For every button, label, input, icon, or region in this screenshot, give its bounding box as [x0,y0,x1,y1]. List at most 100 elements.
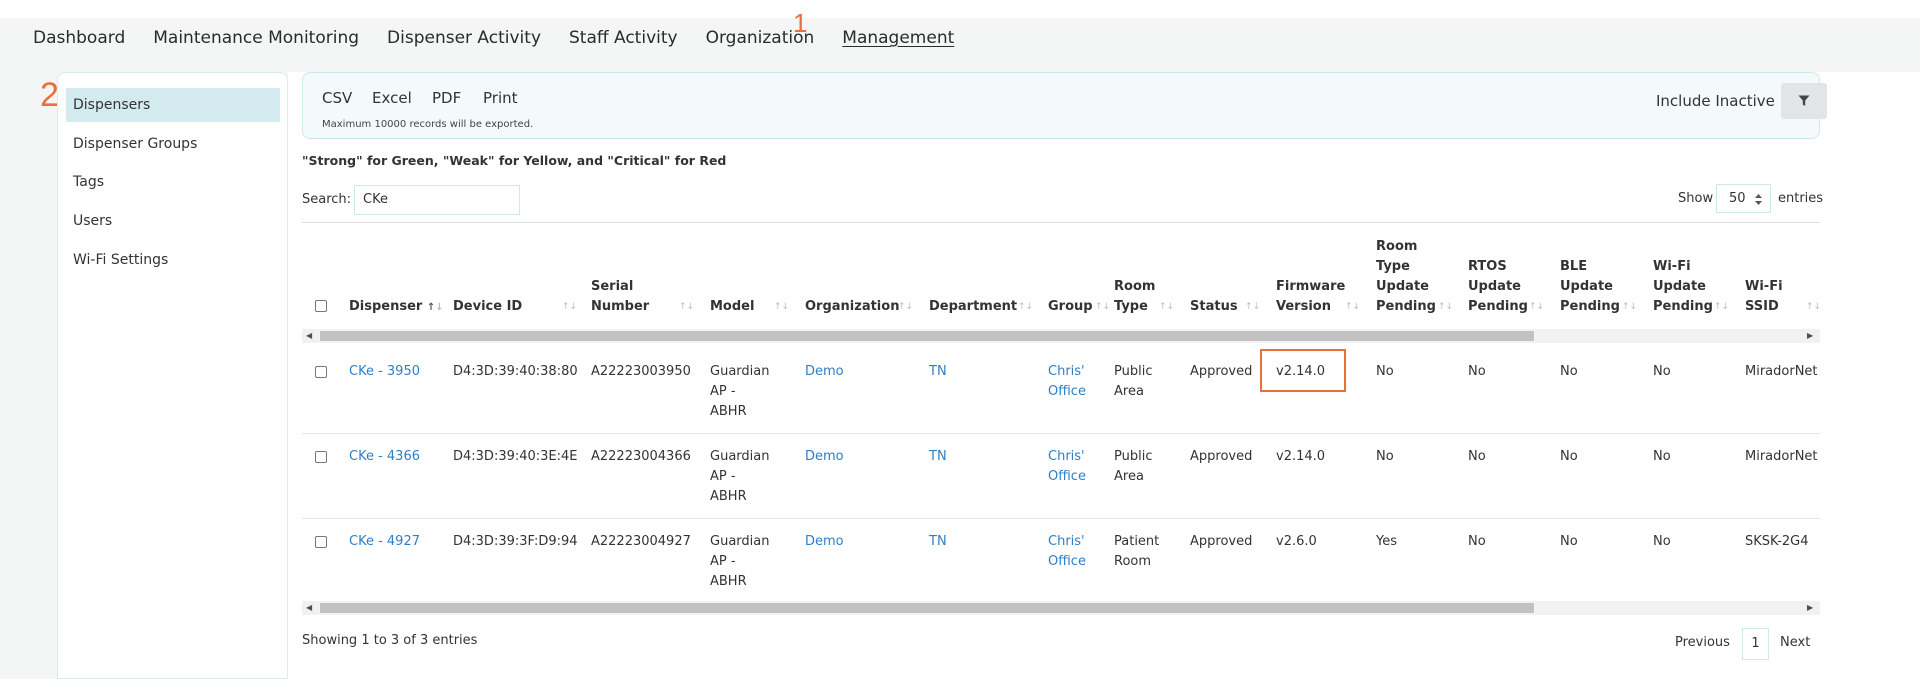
device-id-cell: D4:3D:39:3F:D9:94 [453,534,578,549]
filter-icon [1798,95,1810,106]
horizontal-scrollbar-bottom[interactable]: ◀ ▶ [302,601,1820,615]
highlight-box [1260,349,1346,392]
scroll-right-icon[interactable]: ▶ [1807,603,1813,612]
dispenser-link[interactable]: CKe - 3950 [349,362,420,382]
department-link[interactable]: TN [929,362,947,382]
th-group[interactable]: Group [1048,297,1093,317]
room-type-pending-cell: Yes [1376,534,1397,549]
nav-maintenance-monitoring[interactable]: Maintenance Monitoring [153,28,359,48]
th-ble-update-pending[interactable]: BLE Update Pending [1560,257,1620,317]
scroll-left-icon[interactable]: ◀ [306,603,312,612]
nav-management[interactable]: Management [842,28,954,48]
nav-dashboard[interactable]: Dashboard [33,28,125,48]
organization-link[interactable]: Demo [805,362,844,382]
ssid-cell: SKSK-2G4 [1745,534,1809,549]
sidebar-item-dispenser-groups[interactable]: Dispenser Groups [66,127,280,161]
next-button[interactable]: Next [1780,635,1810,650]
sidebar-item-dispensers[interactable]: Dispensers [66,88,280,122]
nav-dispenser-activity[interactable]: Dispenser Activity [387,28,541,48]
th-room-type[interactable]: Room Type [1114,277,1155,317]
row-divider [302,433,1820,434]
th-wifi-ssid[interactable]: Wi-Fi SSID [1745,277,1783,317]
sort-icon: ↑↓ [1622,302,1638,312]
row-checkbox[interactable] [315,536,327,548]
scroll-thumb[interactable] [320,603,1534,613]
row-checkbox[interactable] [315,366,327,378]
group-link[interactable]: Chris' Office [1048,362,1086,402]
csv-button[interactable]: CSV [322,89,352,107]
pdf-button[interactable]: PDF [432,89,461,107]
th-serial-number[interactable]: Serial Number [591,277,649,317]
sort-icon: ↑↓ [1159,302,1175,312]
row-divider [302,518,1820,519]
select-all-checkbox[interactable] [315,300,327,312]
sort-icon: ↑↓ [774,302,790,312]
sort-icon: ↑↓ [1095,302,1111,312]
horizontal-scrollbar-top[interactable]: ◀ ▶ [302,329,1820,343]
group-link[interactable]: Chris' Office [1048,447,1086,487]
nav-staff-activity[interactable]: Staff Activity [569,28,678,48]
print-button[interactable]: Print [483,89,518,107]
organization-link[interactable]: Demo [805,532,844,552]
room-type-pending-cell: No [1376,364,1394,379]
top-nav: Dashboard Maintenance Monitoring Dispens… [33,28,982,48]
th-firmware-version[interactable]: Firmware Version [1276,277,1345,317]
rtos-pending-cell: No [1468,534,1486,549]
search-input[interactable]: CKe [354,185,520,215]
wifi-pending-cell: No [1653,449,1671,464]
th-status[interactable]: Status [1190,297,1238,317]
page-1-button[interactable]: 1 [1742,628,1769,660]
previous-button[interactable]: Previous [1675,635,1730,650]
scroll-left-icon[interactable]: ◀ [306,331,312,340]
th-rtos-update-pending[interactable]: RTOS Update Pending [1468,257,1528,317]
sidebar-item-users[interactable]: Users [66,204,280,238]
signal-legend: "Strong" for Green, "Weak" for Yellow, a… [302,153,727,168]
wifi-pending-cell: No [1653,364,1671,379]
th-organization[interactable]: Organization [805,297,899,317]
organization-link[interactable]: Demo [805,447,844,467]
sidebar-item-wifi-settings[interactable]: Wi-Fi Settings [66,243,280,277]
th-department[interactable]: Department [929,297,1017,317]
sort-icon: ↑↓ [1438,302,1454,312]
dispenser-link[interactable]: CKe - 4366 [349,447,420,467]
th-room-type-update-pending[interactable]: Room Type Update Pending [1376,237,1436,317]
sort-icon: ↑↓ [1018,302,1034,312]
sort-icon: ↑↓ [1714,302,1730,312]
room-type-cell: Public Area [1114,364,1153,399]
department-link[interactable]: TN [929,532,947,552]
group-link[interactable]: Chris' Office [1048,532,1086,572]
row-checkbox[interactable] [315,451,327,463]
th-dispenser[interactable]: Dispenser ↑↓ [349,297,444,318]
th-wifi-update-pending[interactable]: Wi-Fi Update Pending [1653,257,1713,317]
sidebar: Dispensers Dispenser Groups Tags Users W… [57,72,288,679]
dispenser-link[interactable]: CKe - 4927 [349,532,420,552]
model-cell: Guardian AP - ABHR [710,364,770,419]
ble-pending-cell: No [1560,364,1578,379]
page-size-value: 50 [1729,191,1746,206]
sort-icon: ↑↓ [1529,302,1545,312]
firmware-cell: v2.6.0 [1276,534,1317,549]
scroll-thumb[interactable] [320,331,1534,341]
page-size-select[interactable]: 50 [1716,184,1771,213]
model-cell: Guardian AP - ABHR [710,534,770,589]
th-model[interactable]: Model [710,297,754,317]
department-link[interactable]: TN [929,447,947,467]
firmware-cell: v2.14.0 [1276,449,1326,464]
rtos-pending-cell: No [1468,449,1486,464]
ble-pending-cell: No [1560,534,1578,549]
serial-cell: A22223003950 [591,364,691,379]
status-cell: Approved [1190,534,1253,549]
room-type-pending-cell: No [1376,449,1394,464]
sort-icon: ↑↓ [1806,302,1822,312]
sidebar-item-tags[interactable]: Tags [66,165,280,199]
scroll-right-icon[interactable]: ▶ [1807,331,1813,340]
filter-button[interactable] [1781,83,1827,119]
room-type-cell: Public Area [1114,449,1153,484]
ble-pending-cell: No [1560,449,1578,464]
excel-button[interactable]: Excel [372,89,412,107]
show-label: Show [1678,191,1714,206]
th-device-id[interactable]: Device ID [453,297,522,317]
status-cell: Approved [1190,449,1253,464]
serial-cell: A22223004927 [591,534,691,549]
include-inactive-label[interactable]: Include Inactive [1656,92,1775,110]
